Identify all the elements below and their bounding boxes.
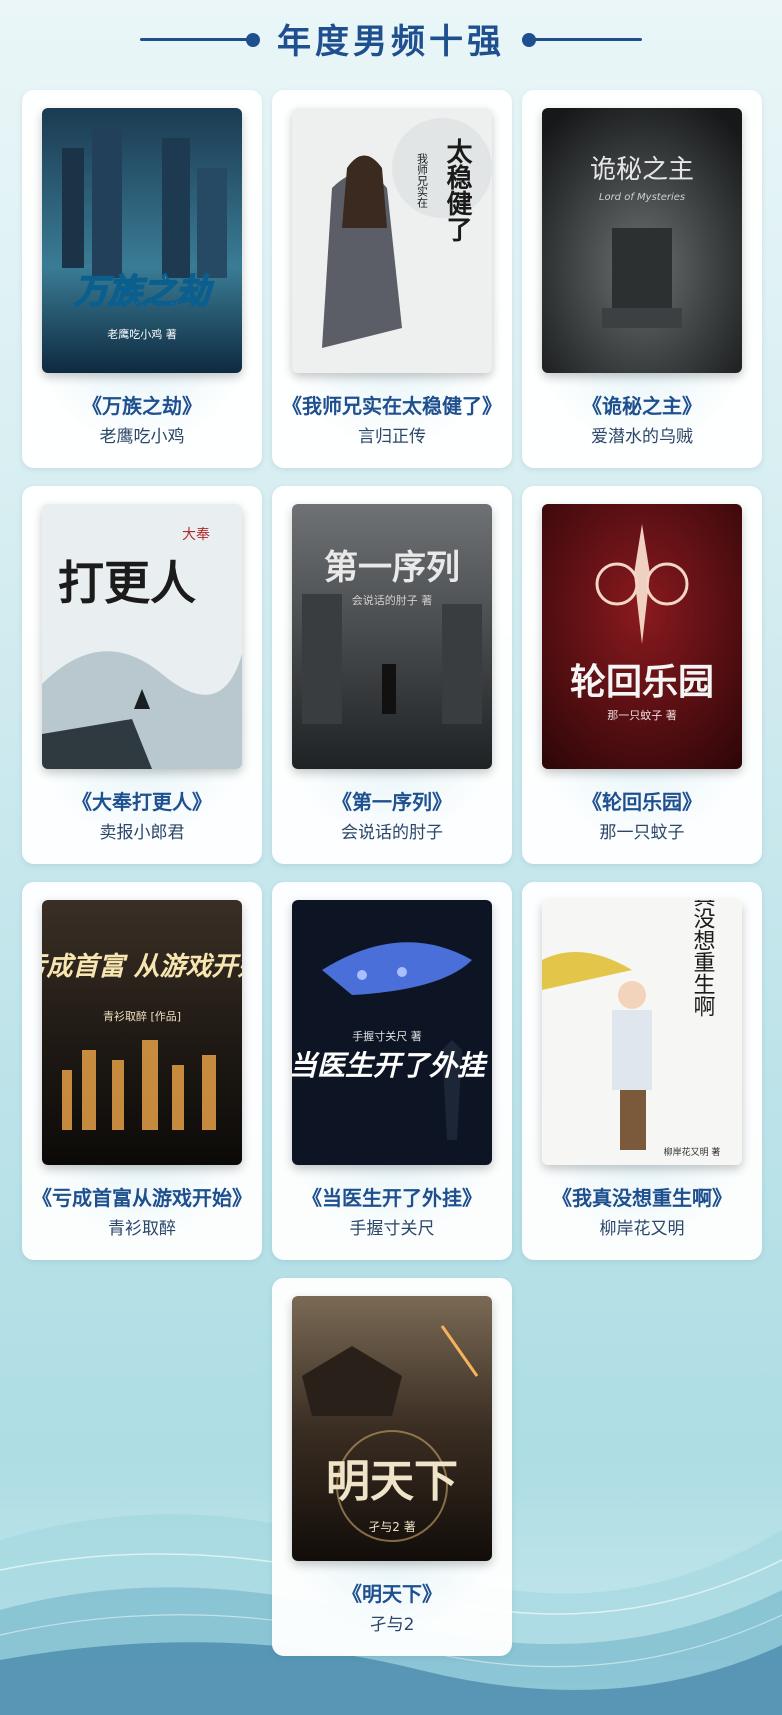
cover-title: 我真没想重生啊 bbox=[690, 900, 716, 1017]
book-card[interactable]: 打更人 大奉 《大奉打更人》 卖报小郎君 bbox=[22, 486, 262, 864]
cover-title: 明天下 bbox=[326, 1456, 458, 1507]
cover-subtitle: 那一只蚊子 著 bbox=[607, 708, 677, 722]
book-author: 孑与2 bbox=[369, 1615, 415, 1635]
book-title: 《轮回乐园》 bbox=[582, 790, 702, 814]
book-title: 《我真没想重生啊》 bbox=[552, 1186, 732, 1210]
book-card[interactable]: 明天下 孑与2 著 《明天下》 孑与2 bbox=[272, 1278, 512, 1656]
book-card[interactable]: 诡秘之主 Lord of Mysteries 《诡秘之主》 爱潜水的乌贼 bbox=[522, 90, 762, 468]
book-cover[interactable]: 打更人 大奉 bbox=[42, 504, 242, 769]
book-author: 会说话的肘子 bbox=[341, 823, 443, 843]
book-author: 言归正传 bbox=[358, 427, 426, 447]
book-title: 《大奉打更人》 bbox=[72, 790, 212, 814]
book-title: 《万族之劫》 bbox=[82, 394, 202, 418]
cover-subtitle: 我师兄实在 bbox=[416, 153, 429, 208]
book-author: 手握寸关尺 bbox=[349, 1219, 435, 1239]
cover-subtitle: 会说话的肘子 著 bbox=[352, 593, 433, 607]
book-title: 《诡秘之主》 bbox=[582, 394, 702, 418]
book-title: 《亏成首富从游戏开始》 bbox=[32, 1186, 252, 1210]
cover-subtitle: 孑与2 著 bbox=[368, 1520, 415, 1534]
book-card[interactable]: 第一序列 会说话的肘子 著 《第一序列》 会说话的肘子 bbox=[272, 486, 512, 864]
cover-title: 第一序列 bbox=[324, 548, 460, 588]
book-cover[interactable]: 诡秘之主 Lord of Mysteries bbox=[542, 108, 742, 373]
cover-subtitle: 青衫取醉 [作品] bbox=[103, 1009, 181, 1023]
cover-title: 当医生开了外挂 bbox=[292, 1049, 488, 1082]
book-cover[interactable]: 万族之劫 老鹰吃小鸡 著 bbox=[42, 108, 242, 373]
book-cover[interactable]: 我真没想重生啊 柳岸花又明 著 bbox=[542, 900, 742, 1165]
book-title: 《当医生开了外挂》 bbox=[302, 1186, 482, 1210]
book-card[interactable]: 亏成首富 从游戏开始 青衫取醉 [作品] 《亏成首富从游戏开始》 青衫取醉 bbox=[22, 882, 262, 1260]
cover-title: 诡秘之主 bbox=[590, 155, 694, 185]
book-title: 《我师兄实在太稳健了》 bbox=[282, 394, 502, 418]
book-author: 卖报小郎君 bbox=[99, 823, 185, 843]
book-cover[interactable]: 太稳健了 我师兄实在 bbox=[292, 108, 492, 373]
cover-title: 亏成首富 从游戏开始 bbox=[42, 952, 242, 982]
title-line-right bbox=[524, 38, 642, 41]
book-cover[interactable]: 当医生开了外挂 手握寸关尺 著 bbox=[292, 900, 492, 1165]
page-title: 年度男频十强 bbox=[277, 22, 505, 62]
cover-subtitle: 老鹰吃小鸡 著 bbox=[107, 327, 177, 341]
book-author: 老鹰吃小鸡 bbox=[99, 427, 185, 447]
cover-subtitle: 柳岸花又明 著 bbox=[664, 1146, 721, 1158]
book-card[interactable]: 太稳健了 我师兄实在 《我师兄实在太稳健了》 言归正传 bbox=[272, 90, 512, 468]
book-cover[interactable]: 明天下 孑与2 著 bbox=[292, 1296, 492, 1561]
book-title: 《第一序列》 bbox=[332, 790, 452, 814]
book-cover[interactable]: 轮回乐园 那一只蚊子 著 bbox=[542, 504, 742, 769]
cover-subtitle: 手握寸关尺 著 bbox=[352, 1029, 422, 1043]
book-author: 柳岸花又明 bbox=[599, 1219, 685, 1239]
cover-title: 万族之劫 bbox=[73, 272, 214, 312]
book-cover[interactable]: 亏成首富 从游戏开始 青衫取醉 [作品] bbox=[42, 900, 242, 1165]
book-card[interactable]: 当医生开了外挂 手握寸关尺 著 《当医生开了外挂》 手握寸关尺 bbox=[272, 882, 512, 1260]
book-author: 爱潜水的乌贼 bbox=[591, 427, 693, 447]
book-title: 《明天下》 bbox=[342, 1582, 442, 1606]
cover-title: 轮回乐园 bbox=[570, 662, 714, 703]
book-card[interactable]: 万族之劫 老鹰吃小鸡 著 《万族之劫》 老鹰吃小鸡 bbox=[22, 90, 262, 468]
cover-title: 打更人 bbox=[58, 556, 196, 610]
page-header: 年度男频十强 bbox=[0, 0, 782, 80]
book-card[interactable]: 我真没想重生啊 柳岸花又明 著 《我真没想重生啊》 柳岸花又明 bbox=[522, 882, 762, 1260]
book-cover[interactable]: 第一序列 会说话的肘子 著 bbox=[292, 504, 492, 769]
cover-title: 太稳健了 bbox=[442, 138, 472, 242]
cover-subtitle: 大奉 bbox=[182, 527, 210, 543]
book-author: 那一只蚊子 bbox=[599, 823, 685, 843]
book-card[interactable]: 轮回乐园 那一只蚊子 著 《轮回乐园》 那一只蚊子 bbox=[522, 486, 762, 864]
book-author: 青衫取醉 bbox=[108, 1219, 176, 1239]
cover-subtitle: Lord of Mysteries bbox=[599, 192, 685, 203]
